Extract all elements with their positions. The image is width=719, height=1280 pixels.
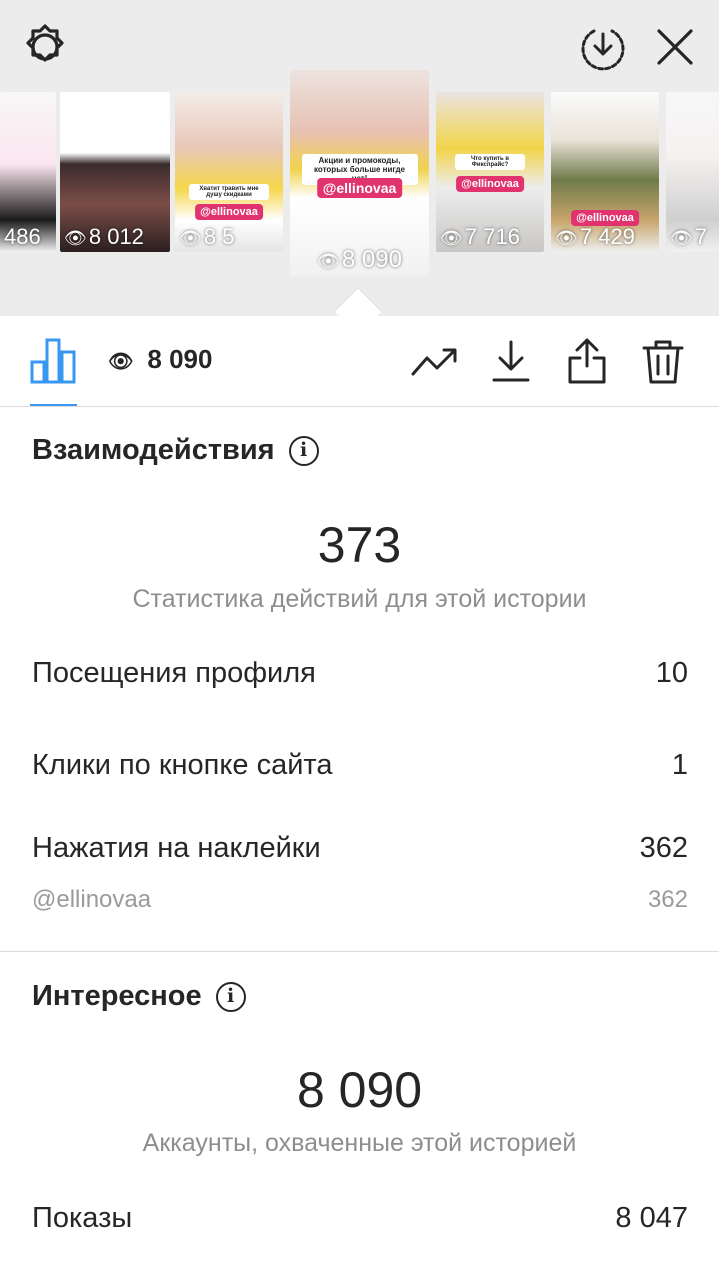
stat-sub-label: @ellinovaa <box>32 886 152 913</box>
story-thumbnail-selected[interactable]: Акции и промокоды, которых больше нигде … <box>290 70 429 276</box>
close-icon[interactable] <box>650 22 700 72</box>
stat-subrow-mention: @ellinovaa 362 <box>32 886 688 914</box>
story-mention-tag: @ellinovaa <box>316 178 403 198</box>
stat-value: 8 047 <box>615 1202 688 1234</box>
trash-icon[interactable] <box>638 336 688 386</box>
story-thumbnail[interactable]: 👁7 <box>666 92 719 252</box>
info-icon[interactable]: i <box>215 981 246 1012</box>
info-icon[interactable]: i <box>288 435 319 466</box>
settings-gear-icon[interactable] <box>20 22 70 72</box>
eye-icon: 👁 <box>670 228 693 248</box>
stat-row-profile-visits: Посещения профиля 10 <box>32 657 688 690</box>
interactions-heading: Взаимодействия i <box>32 434 319 467</box>
stat-value: 10 <box>655 657 688 689</box>
stat-value: 1 <box>671 749 688 781</box>
eye-icon: 👁 <box>317 251 340 271</box>
stat-label: Посещения профиля <box>32 657 316 689</box>
story-thumbnail[interactable]: @ellinovaa 👁7 429 <box>551 92 659 252</box>
stat-row-website-clicks: Клики по кнопке сайта 1 <box>32 749 688 782</box>
stat-row-sticker-taps: Нажатия на наклейки 362 <box>32 832 688 865</box>
story-views: 👁8 012 <box>64 224 144 249</box>
stat-sub-value: 362 <box>647 886 688 913</box>
story-thumbnail[interactable]: 486 <box>0 92 56 252</box>
story-views: 486 <box>4 224 41 249</box>
story-thumbnail[interactable]: Что купить в Фикспрайс? @ellinovaa 👁7 71… <box>436 92 544 252</box>
story-caption: Что купить в Фикспрайс? <box>455 154 525 170</box>
interactions-caption: Статистика действий для этой истории <box>132 585 587 613</box>
story-views: 👁8 090 <box>317 246 402 273</box>
download-icon[interactable] <box>486 336 536 386</box>
discovery-heading: Интересное i <box>32 980 246 1013</box>
story-thumbnail[interactable]: Хватит травить мне душу скидками @ellino… <box>175 92 283 252</box>
insights-toolbar: 👁 8 090 <box>0 316 719 407</box>
eye-icon: 👁 <box>179 228 202 248</box>
story-views: 👁8 5 <box>179 224 235 249</box>
stat-label: Показы <box>32 1202 133 1234</box>
discovery-caption: Аккаунты, охваченные этой историей <box>142 1129 577 1157</box>
trending-icon[interactable] <box>410 336 460 386</box>
story-views: 👁7 716 <box>440 224 520 249</box>
story-views: 👁7 <box>670 224 708 249</box>
bar-chart-icon[interactable] <box>30 336 76 384</box>
eye-icon: 👁 <box>108 351 134 373</box>
discovery-title: Интересное <box>32 980 202 1012</box>
share-icon[interactable] <box>562 336 612 386</box>
stat-label: Клики по кнопке сайта <box>32 749 333 781</box>
interactions-title: Взаимодействия <box>32 434 275 466</box>
stat-label: Нажатия на наклейки <box>32 832 321 864</box>
eye-icon: 👁 <box>440 228 463 248</box>
story-mention-tag: @ellinovaa <box>195 204 263 220</box>
active-tab-indicator <box>30 404 77 406</box>
story-views: 👁7 429 <box>555 224 635 249</box>
story-thumbnail[interactable]: 👁8 012 <box>60 92 170 252</box>
story-mention-tag: @ellinovaa <box>456 176 524 192</box>
views-count: 👁 8 090 <box>108 344 213 374</box>
eye-icon: 👁 <box>555 228 578 248</box>
eye-icon: 👁 <box>64 228 87 248</box>
story-strip: 486 👁8 012 Хватит травить мне душу скидк… <box>0 0 719 336</box>
stat-value: 362 <box>639 832 688 864</box>
stat-row-impressions: Показы 8 047 <box>32 1202 688 1235</box>
download-circle-icon[interactable] <box>578 22 628 72</box>
story-caption: Хватит травить мне душу скидками <box>189 184 269 200</box>
section-divider <box>0 951 719 952</box>
discovery-total: 8 090 <box>296 1062 423 1118</box>
interactions-total: 373 <box>317 517 402 573</box>
